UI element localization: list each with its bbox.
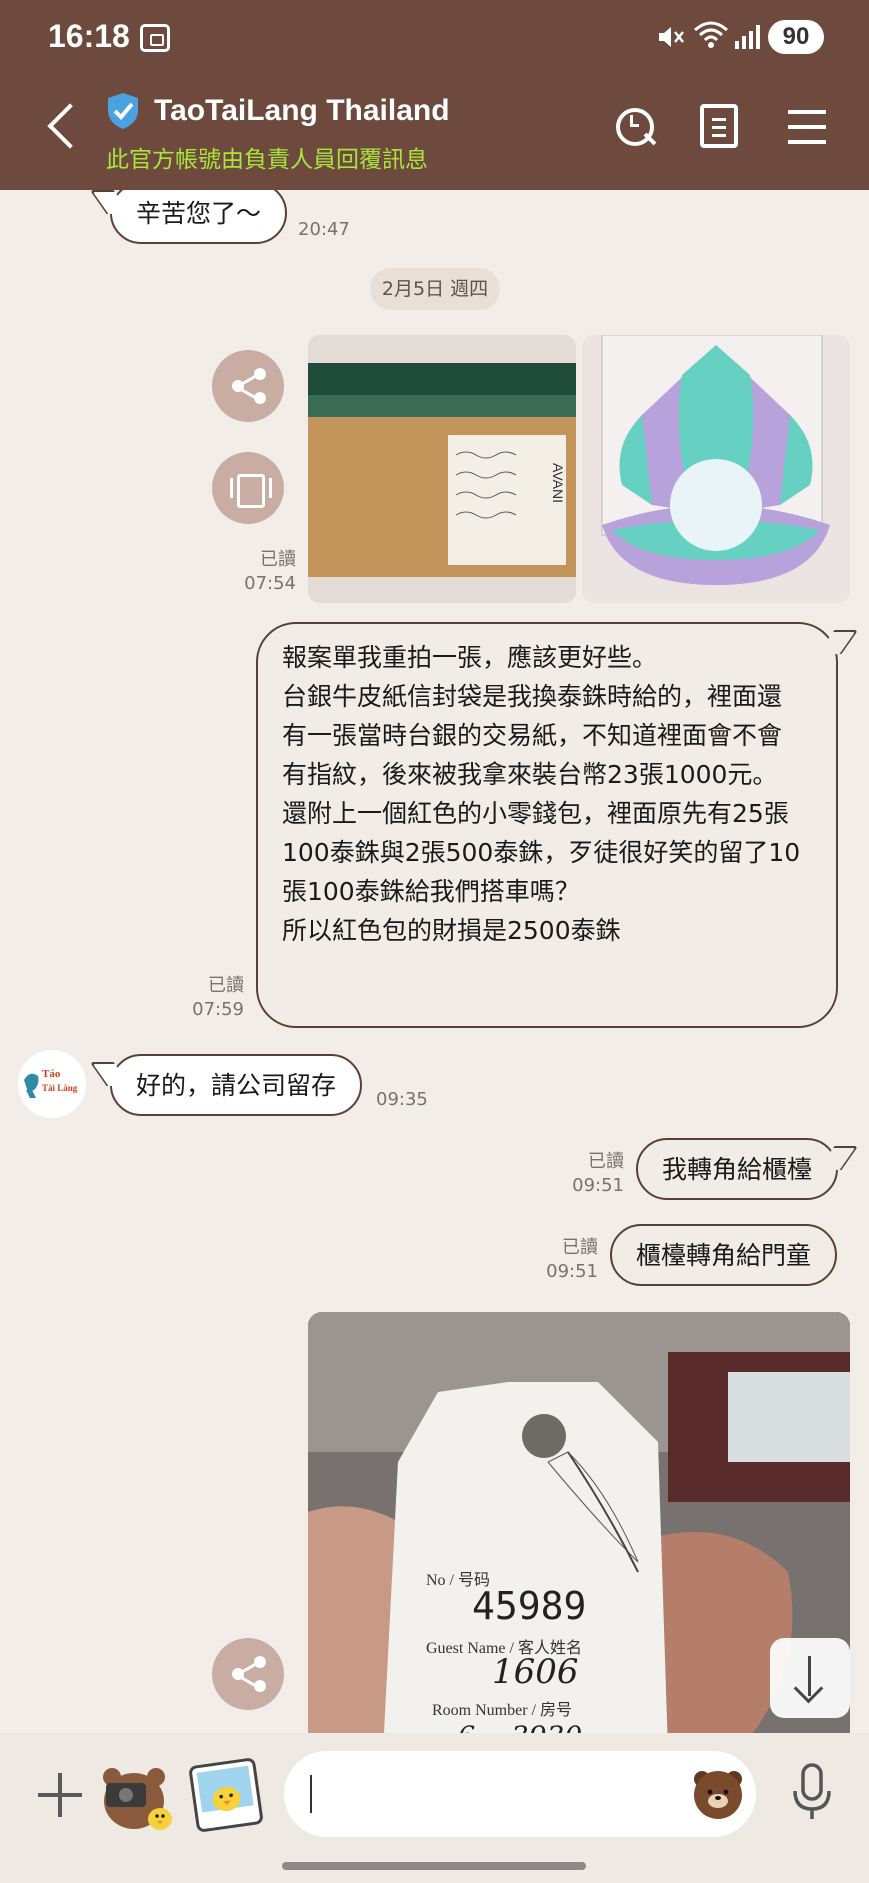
mute-icon bbox=[655, 22, 685, 59]
tag-partial-number: -6... 3930 bbox=[448, 1720, 582, 1733]
tag-number: 45989 bbox=[472, 1584, 587, 1628]
message-text: 好的，請公司留存 bbox=[136, 1071, 337, 1100]
message-line: 報案單我重拍一張，應該更好些。 bbox=[282, 643, 658, 672]
message-line: 台銀牛皮紙信封袋是我換泰銖時給的，裡面還 bbox=[282, 682, 783, 711]
message-text: 辛苦您了～ bbox=[136, 199, 262, 228]
read-receipt: 已讀 07:59 bbox=[188, 974, 244, 1022]
chat-subtitle: 此官方帳號由負責人員回覆訊息 bbox=[106, 147, 428, 173]
history-search-icon[interactable] bbox=[612, 104, 658, 150]
battery-indicator: 90 bbox=[768, 20, 824, 54]
add-icon[interactable] bbox=[38, 1773, 82, 1817]
message-bubble-outgoing[interactable]: 櫃檯轉角給門童 bbox=[610, 1224, 838, 1286]
shell-photo[interactable] bbox=[582, 335, 850, 603]
message-time: 09:35 bbox=[376, 1089, 428, 1110]
microphone-icon[interactable] bbox=[790, 1763, 834, 1823]
date-separator: 2月5日 週四 bbox=[370, 268, 500, 310]
message-bubble-outgoing[interactable]: 我轉角給櫃檯 bbox=[636, 1138, 839, 1200]
verified-shield-icon bbox=[106, 92, 140, 130]
read-receipt: 已讀 09:51 bbox=[542, 1236, 598, 1284]
message-time: 20:47 bbox=[298, 219, 350, 240]
read-label: 已讀 bbox=[588, 1151, 624, 1172]
scroll-to-bottom-button[interactable] bbox=[770, 1638, 850, 1718]
message-bubble-incoming[interactable]: 辛苦您了～ bbox=[110, 190, 288, 244]
message-line: 還附上一個紅色的小零錢包，裡面原先有25張 bbox=[282, 799, 789, 828]
envelope-label: AVANI bbox=[549, 463, 566, 503]
chat-title[interactable]: TaoTaiLang Thailand bbox=[154, 94, 450, 128]
read-label: 已讀 bbox=[562, 1237, 598, 1258]
message-line: 所以紅色包的財損是2500泰銖 bbox=[282, 916, 621, 945]
gallery-sticker-icon[interactable] bbox=[185, 1754, 266, 1835]
message-text: 櫃檯轉角給門童 bbox=[636, 1241, 812, 1270]
room-tag-photo[interactable]: No / 号码 45989 Guest Name / 客人姓名 1606 Roo… bbox=[308, 1312, 850, 1733]
envelope-photo[interactable]: AVANI bbox=[308, 335, 576, 603]
message-time: 07:54 bbox=[244, 573, 296, 594]
signal-icon bbox=[735, 25, 761, 49]
avatar[interactable]: Táo Tài Lăng bbox=[18, 1050, 86, 1118]
message-time: 09:51 bbox=[546, 1261, 598, 1282]
album-icon bbox=[230, 474, 272, 508]
text-caret bbox=[310, 1775, 312, 1813]
home-indicator[interactable] bbox=[282, 1862, 586, 1870]
message-bubble-outgoing[interactable]: 報案單我重拍一張，應該更好些。 台銀牛皮紙信封袋是我換泰銖時給的，裡面還 有一張… bbox=[256, 622, 838, 1028]
share-button[interactable] bbox=[212, 350, 284, 422]
avatar-text-1: Táo bbox=[42, 1068, 61, 1080]
message-line: 100泰銖與2張500泰銖，歹徒很好笑的留了10 bbox=[282, 838, 801, 867]
share-button[interactable] bbox=[212, 1638, 284, 1710]
share-icon bbox=[232, 368, 266, 404]
read-label: 已讀 bbox=[208, 975, 244, 996]
chat-area[interactable]: 辛苦您了～ 20:47 2月5日 週四 已讀 07:54 AVANI 報案單我重… bbox=[0, 190, 869, 1733]
avatar-text-2: Tài Lăng bbox=[42, 1083, 78, 1093]
sticker-bear-icon[interactable] bbox=[100, 1753, 176, 1835]
read-label: 已讀 bbox=[260, 549, 296, 570]
status-time: 16:18 bbox=[48, 18, 130, 54]
share-icon bbox=[232, 1656, 266, 1692]
message-line: 張100泰銖給我們搭車嗎？ bbox=[282, 877, 580, 906]
chat-header: TaoTaiLang Thailand 此官方帳號由負責人員回覆訊息 bbox=[0, 68, 869, 190]
wallet-icon bbox=[140, 24, 170, 52]
tag-room-label: Room Number / 房号 bbox=[432, 1702, 572, 1719]
read-receipt: 已讀 09:51 bbox=[568, 1150, 624, 1198]
message-line: 有一張當時台銀的交易紙，不知道裡面會不會 bbox=[282, 721, 783, 750]
read-receipt: 已讀 07:54 bbox=[240, 548, 296, 596]
message-bubble-incoming[interactable]: 好的，請公司留存 bbox=[110, 1054, 363, 1116]
message-time: 07:59 bbox=[192, 999, 244, 1020]
emoji-bear-icon[interactable] bbox=[690, 1765, 746, 1821]
input-bar bbox=[0, 1733, 869, 1883]
expand-album-button[interactable] bbox=[212, 452, 284, 524]
tag-handwritten: 1606 bbox=[492, 1652, 579, 1692]
status-bar: 16:18 90 bbox=[0, 0, 869, 68]
wifi-icon bbox=[693, 20, 729, 57]
back-button[interactable] bbox=[46, 104, 76, 150]
message-time: 09:51 bbox=[572, 1175, 624, 1196]
notes-icon[interactable] bbox=[700, 104, 738, 148]
message-input[interactable] bbox=[284, 1751, 756, 1837]
menu-icon[interactable] bbox=[784, 104, 830, 150]
message-line: 有指紋，後來被我拿來裝台幣23張1000元。 bbox=[282, 760, 778, 789]
message-text: 我轉角給櫃檯 bbox=[662, 1155, 813, 1184]
